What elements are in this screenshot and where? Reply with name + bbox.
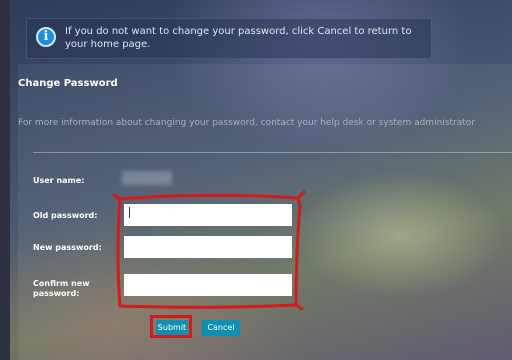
info-bar: i If you do not want to change your pass… bbox=[26, 18, 432, 59]
confirm-password-field[interactable] bbox=[124, 274, 292, 296]
text-caret bbox=[129, 207, 130, 218]
change-password-screen: i If you do not want to change your pass… bbox=[0, 0, 512, 360]
new-password-field[interactable] bbox=[124, 236, 292, 258]
old-password-label: Old password: bbox=[33, 211, 98, 220]
info-icon: i bbox=[36, 27, 56, 47]
submit-button[interactable]: Submit bbox=[156, 320, 188, 336]
help-description: For more information about changing your… bbox=[18, 118, 475, 128]
window-edge bbox=[0, 0, 10, 360]
user-name-label: User name: bbox=[33, 176, 85, 185]
divider bbox=[33, 152, 512, 153]
confirm-password-label: Confirm new password: bbox=[33, 279, 90, 298]
cancel-button[interactable]: Cancel bbox=[202, 320, 240, 336]
old-password-field[interactable] bbox=[124, 204, 292, 226]
user-name-value bbox=[122, 171, 172, 185]
page-title: Change Password bbox=[18, 78, 118, 89]
new-password-label: New password: bbox=[33, 243, 102, 252]
info-message: If you do not want to change your passwo… bbox=[65, 26, 412, 50]
